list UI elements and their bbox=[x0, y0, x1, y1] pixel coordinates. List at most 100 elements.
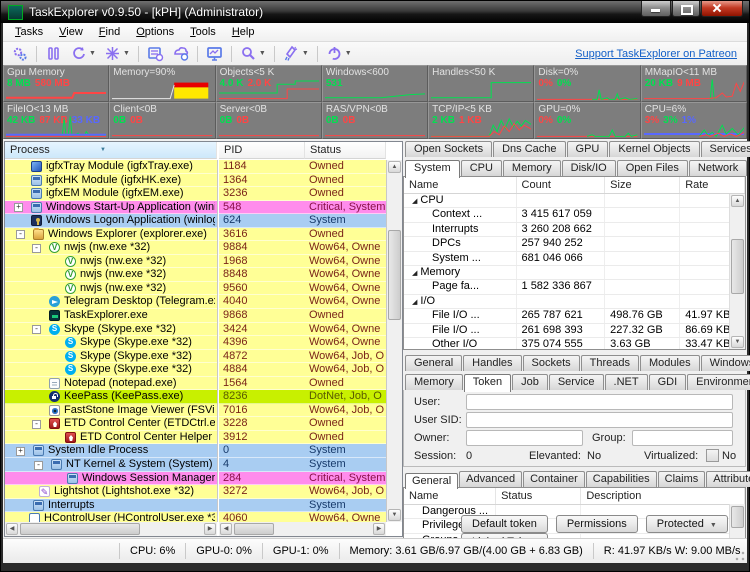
resize-grip-icon[interactable] bbox=[734, 550, 746, 562]
minimize-button[interactable] bbox=[641, 1, 671, 17]
process-row[interactable]: +Windows Start-Up Application (wini... bbox=[5, 201, 217, 215]
status-cell[interactable]: Wow64, Owne bbox=[305, 282, 386, 296]
tab-memory[interactable]: Memory bbox=[503, 160, 561, 176]
collapse-icon[interactable]: - bbox=[34, 461, 43, 470]
stats-row[interactable]: Page fa...1 582 336 867 bbox=[404, 280, 745, 294]
stats-row[interactable]: Other I/O375 074 5553.63 GB33.47 KB/s bbox=[404, 338, 745, 350]
tab-service[interactable]: Service bbox=[549, 374, 604, 390]
protected-button[interactable]: Protected▼ bbox=[646, 515, 728, 533]
maximize-button[interactable] bbox=[672, 1, 700, 17]
process-row[interactable]: +System Idle Process bbox=[5, 444, 217, 458]
pid-cell[interactable]: 624 bbox=[219, 214, 305, 228]
status-cell[interactable]: Wow64, Job, O bbox=[305, 485, 386, 499]
status-cell[interactable]: DotNet, Job, O bbox=[305, 390, 386, 404]
status-cell[interactable]: System bbox=[305, 214, 386, 228]
find-button[interactable]: ▼ bbox=[237, 44, 269, 63]
process-row[interactable]: HControlUser (HControlUser.exe *32) bbox=[5, 512, 217, 522]
tab-handles[interactable]: Handles bbox=[463, 355, 521, 371]
tab-gpu[interactable]: GPU bbox=[567, 141, 609, 157]
status-cell[interactable]: Owned bbox=[305, 377, 386, 391]
graph-tile-mmapio-11-mb[interactable]: MMapIO<11 MB20 KB9 MB bbox=[641, 65, 747, 102]
status-cell[interactable]: Owned bbox=[305, 228, 386, 242]
drivers-button[interactable] bbox=[169, 44, 192, 63]
stats-row[interactable]: ◢I/O bbox=[404, 295, 745, 309]
dropdown-arrow-icon[interactable]: ▼ bbox=[123, 50, 130, 57]
tab-token[interactable]: Token bbox=[464, 374, 511, 392]
scroll-right-icon[interactable]: ▶ bbox=[204, 523, 216, 535]
graph-tile-windows-600[interactable]: Windows<600531 bbox=[322, 65, 428, 102]
tab-gdi[interactable]: GDI bbox=[649, 374, 687, 390]
process-row[interactable]: Interrupts bbox=[5, 499, 217, 513]
group-field[interactable] bbox=[632, 430, 733, 446]
stats-row[interactable]: Context ...3 415 617 059 bbox=[404, 208, 745, 222]
process-row[interactable]: TaskExplorer.exe bbox=[5, 309, 217, 323]
scroll-thumb[interactable] bbox=[20, 523, 140, 535]
pid-cell[interactable]: 9884 bbox=[219, 241, 305, 255]
tab-windows[interactable]: Windows bbox=[701, 355, 750, 371]
tab-threads[interactable]: Threads bbox=[581, 355, 639, 371]
process-row[interactable]: Skype (Skype.exe *32) bbox=[5, 363, 217, 377]
process-row[interactable]: -nwjs (nw.exe *32) bbox=[5, 241, 217, 255]
graph-tile-server-0b[interactable]: Server<0B0B0B bbox=[216, 102, 322, 139]
monitor-button[interactable] bbox=[203, 44, 226, 63]
process-row[interactable]: Windows Session Manager (s... bbox=[5, 472, 217, 486]
process-row[interactable]: Windows Logon Application (winlog... bbox=[5, 214, 217, 228]
pid-cell[interactable]: 9560 bbox=[219, 282, 305, 296]
graph-tile-fileio-13-mb[interactable]: FileIO<13 MB42 KB87 KB33 KB bbox=[3, 102, 109, 139]
menu-item-find[interactable]: Find bbox=[91, 25, 128, 39]
column-header-description[interactable]: Description bbox=[581, 488, 745, 504]
process-row[interactable]: FastStone Image Viewer (FSView... bbox=[5, 404, 217, 418]
settings-gears-button[interactable] bbox=[8, 44, 31, 63]
tab-open-files[interactable]: Open Files bbox=[617, 160, 688, 176]
process-row[interactable]: igfxTray Module (igfxTray.exe) bbox=[5, 160, 217, 174]
menu-item-tasks[interactable]: Tasks bbox=[7, 25, 51, 39]
process-row[interactable]: Notepad (notepad.exe) bbox=[5, 377, 217, 391]
tab-environment[interactable]: Environment bbox=[687, 374, 750, 390]
close-button[interactable] bbox=[701, 1, 743, 17]
scroll-thumb[interactable] bbox=[234, 523, 274, 535]
scroll-down-icon[interactable]: ▼ bbox=[388, 509, 401, 521]
tab-general[interactable]: General bbox=[405, 355, 462, 371]
subtab-advanced[interactable]: Advanced bbox=[459, 471, 522, 487]
process-row[interactable]: ETD Control Center Helper (E... bbox=[5, 431, 217, 445]
pid-cell[interactable]: 4040 bbox=[219, 295, 305, 309]
process-row[interactable]: KeePass (KeePass.exe) bbox=[5, 390, 217, 404]
status-column-header[interactable]: Status bbox=[305, 142, 386, 159]
pid-cell[interactable]: 4884 bbox=[219, 363, 305, 377]
column-header-name[interactable]: Name bbox=[404, 488, 496, 504]
scroll-up-icon[interactable]: ▲ bbox=[731, 195, 744, 207]
process-column-header[interactable]: Process ▼ bbox=[5, 142, 217, 159]
tab-dns-cache[interactable]: Dns Cache bbox=[493, 141, 565, 157]
permissions-button[interactable]: Permissions bbox=[556, 515, 638, 533]
pid-horizontal-scrollbar[interactable]: ◀ ▶ bbox=[219, 522, 386, 536]
freeze-button[interactable]: ▼ bbox=[101, 44, 133, 63]
tab--net[interactable]: .NET bbox=[605, 374, 648, 390]
pid-cell[interactable]: 3272 bbox=[219, 485, 305, 499]
pid-cell[interactable]: 4 bbox=[219, 458, 305, 472]
status-cell[interactable]: Wow64, Owne bbox=[305, 295, 386, 309]
cleaner-button[interactable]: ▼ bbox=[280, 44, 312, 63]
process-row[interactable]: Telegram Desktop (Telegram.exe... bbox=[5, 295, 217, 309]
menu-item-tools[interactable]: Tools bbox=[182, 25, 224, 39]
graph-tile-handles-50-k[interactable]: Handles<50 K bbox=[428, 65, 534, 102]
column-header-count[interactable]: Count bbox=[517, 177, 606, 193]
pid-column-header[interactable]: PID bbox=[219, 142, 305, 159]
stats-row[interactable]: DPCs257 940 252 bbox=[404, 237, 745, 251]
process-row[interactable]: -ETD Control Center (ETDCtrl.exe) bbox=[5, 417, 217, 431]
status-cell[interactable]: Wow64, Job, O bbox=[305, 404, 386, 418]
tab-cpu[interactable]: CPU bbox=[461, 160, 502, 176]
status-cell[interactable]: Wow64, Owne bbox=[305, 268, 386, 282]
pid-cell[interactable]: 1564 bbox=[219, 377, 305, 391]
status-cell[interactable]: Owned bbox=[305, 187, 386, 201]
process-row[interactable]: -Skype (Skype.exe *32) bbox=[5, 323, 217, 337]
tab-services[interactable]: Services bbox=[701, 141, 750, 157]
process-row[interactable]: nwjs (nw.exe *32) bbox=[5, 282, 217, 296]
status-cell[interactable]: Owned bbox=[305, 309, 386, 323]
pid-cell[interactable]: 8236 bbox=[219, 390, 305, 404]
scroll-thumb[interactable] bbox=[731, 239, 744, 294]
pid-cell[interactable]: 3912 bbox=[219, 431, 305, 445]
collapse-icon[interactable]: - bbox=[32, 325, 41, 334]
status-cell[interactable]: Wow64, Job, O bbox=[305, 350, 386, 364]
default-token-button[interactable]: Default token bbox=[461, 515, 548, 533]
status-cell[interactable]: Owned bbox=[305, 431, 386, 445]
